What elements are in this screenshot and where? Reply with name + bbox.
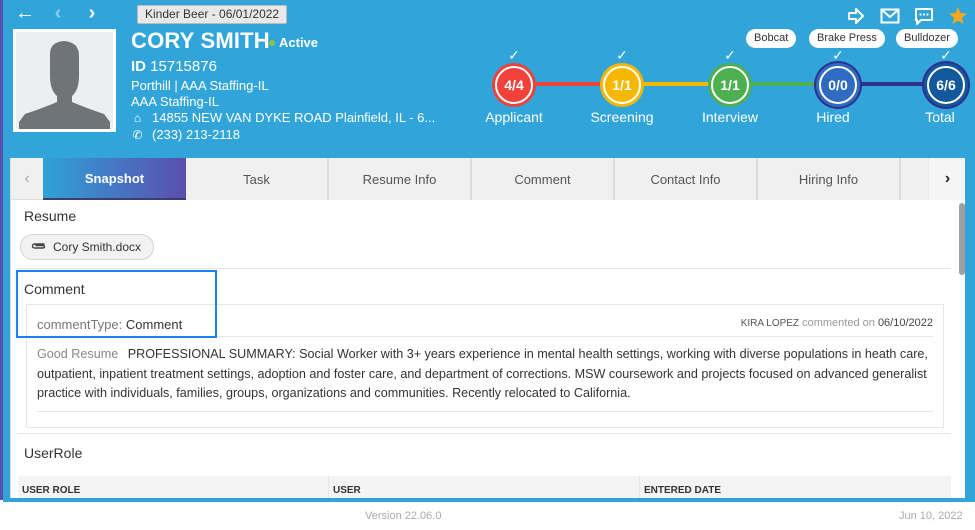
active-dot-icon <box>269 39 275 46</box>
stage-count: 0/0 <box>828 77 848 93</box>
comment-type-value: Comment <box>125 317 183 332</box>
check-icon: ✓ <box>832 47 844 63</box>
favorite-star-icon[interactable] <box>947 6 969 26</box>
phone-line: ✆ (233) 213-2118 <box>131 127 240 142</box>
comment-type: commentType: Comment <box>37 317 182 332</box>
phone-text[interactable]: (233) 213-2118 <box>152 127 240 142</box>
stage-count: 1/1 <box>720 77 740 93</box>
divider <box>17 433 951 434</box>
mail-icon[interactable] <box>879 6 901 26</box>
header-actions <box>845 6 969 26</box>
stage-count-circle: 1/1 <box>600 63 644 107</box>
commented-on-label: commented on <box>802 317 875 329</box>
tab-bar: ‹ Snapshot Task Resume Info Comment Cont… <box>11 158 965 200</box>
column-header-entered-date[interactable]: ENTERED DATE <box>640 476 951 498</box>
stage-label: Applicant <box>485 109 543 125</box>
tab-resume-info[interactable]: Resume Info <box>329 158 472 200</box>
skill-chip: Brake Press <box>809 29 885 48</box>
detail-panel: ‹ Snapshot Task Resume Info Comment Cont… <box>10 158 965 498</box>
stage-label: Interview <box>701 109 759 125</box>
candidate-id: ID 15715876 <box>131 58 217 75</box>
stage-count-circle: 1/1 <box>708 63 752 107</box>
status-label: Active <box>279 35 319 50</box>
tabs-scroll-right-icon[interactable]: › <box>928 158 965 200</box>
branch-line: Porthill | AAA Staffing-IL <box>131 78 269 93</box>
frame-border <box>965 158 975 498</box>
comment-author: KIRA LOPEZ <box>740 318 800 329</box>
skill-chip: Bulldozer <box>896 29 958 48</box>
resume-section-title: Resume <box>24 208 77 224</box>
comment-lead: Good Resume <box>37 347 119 361</box>
frame-border <box>3 158 10 498</box>
id-label: ID <box>131 58 146 75</box>
stage-count-circle: 6/6 <box>924 63 968 107</box>
divider <box>37 411 933 412</box>
check-icon: ✓ <box>724 47 736 63</box>
stage-count: 6/6 <box>936 77 956 93</box>
stage-count-circle: 0/0 <box>816 63 860 107</box>
skill-chip: Bobcat <box>746 29 797 48</box>
comment-body: Good Resume PROFESSIONAL SUMMARY: Social… <box>37 345 937 404</box>
company-line: AAA Staffing-IL <box>131 94 219 109</box>
check-icon: ✓ <box>940 47 952 63</box>
home-icon: ⌂ <box>133 110 142 125</box>
frame-border <box>3 498 975 502</box>
divider <box>17 268 951 269</box>
comment-date: 06/10/2022 <box>877 317 933 329</box>
stage-label: Total <box>925 109 955 125</box>
check-icon: ✓ <box>616 47 628 63</box>
footer-date: Jun 10, 2022 <box>899 510 963 522</box>
address-line: ⌂ 14855 NEW VAN DYKE ROAD Plainfield, IL… <box>131 110 435 125</box>
comment-section-title: Comment <box>24 281 85 297</box>
next-record-icon[interactable]: › <box>83 2 101 25</box>
stage-count: 4/4 <box>504 77 524 93</box>
stage-label: Screening <box>590 109 654 125</box>
avatar[interactable] <box>13 29 116 132</box>
person-silhouette-icon <box>19 41 110 129</box>
snapshot-content: Resume Cory Smith.docx Comment commentTy… <box>11 200 951 498</box>
history-nav: ← ‹ › <box>15 2 101 25</box>
check-icon: ✓ <box>508 47 520 63</box>
candidate-profile-app: ← ‹ › Kinder Beer - 06/01/2022 CORY SMIT… <box>0 0 975 530</box>
comment-card: commentType: Comment KIRA LOPEZ commente… <box>26 304 944 428</box>
tabs-scroll-left-icon[interactable]: ‹ <box>11 158 43 200</box>
comment-meta: KIRA LOPEZ commented on 06/10/2022 <box>741 317 933 329</box>
tab-snapshot[interactable]: Snapshot <box>43 158 186 200</box>
comment-text: PROFESSIONAL SUMMARY: Social Worker with… <box>37 347 928 400</box>
resume-file-chip[interactable]: Cory Smith.docx <box>20 234 155 260</box>
vertical-scrollbar[interactable] <box>959 203 965 275</box>
version-label: Version 22.06.0 <box>365 510 442 522</box>
tab-task[interactable]: Task <box>186 158 329 200</box>
userrole-table-header: USER ROLE USER ENTERED DATE <box>18 476 951 498</box>
resume-file-name: Cory Smith.docx <box>53 240 142 254</box>
back-arrow-icon[interactable]: ← <box>15 2 35 25</box>
candidate-name: CORY SMITH <box>131 28 270 53</box>
previous-record-icon[interactable]: ‹ <box>49 2 67 25</box>
status-badge: Active <box>269 35 318 50</box>
tab-hiring-info[interactable]: Hiring Info <box>758 158 901 200</box>
address-text: 14855 NEW VAN DYKE ROAD Plainfield, IL -… <box>152 110 436 125</box>
comment-type-label: commentType: <box>37 317 123 332</box>
tab-comment[interactable]: Comment <box>472 158 615 200</box>
id-value: 15715876 <box>150 58 217 75</box>
stage-label: Hired <box>816 109 850 125</box>
userrole-section-title: UserRole <box>24 445 83 461</box>
job-context-chip[interactable]: Kinder Beer - 06/01/2022 <box>137 5 288 24</box>
forward-arrow-icon[interactable] <box>845 6 867 26</box>
tab-contact-info[interactable]: Contact Info <box>615 158 758 200</box>
stage-count: 1/1 <box>612 77 632 93</box>
stage-count-circle: 4/4 <box>492 63 536 107</box>
chat-icon[interactable] <box>913 6 935 26</box>
phone-icon: ✆ <box>132 127 143 142</box>
column-header-user[interactable]: USER <box>329 476 640 498</box>
column-header-user-role[interactable]: USER ROLE <box>18 476 329 498</box>
paperclip-icon <box>31 240 47 254</box>
divider <box>37 336 933 337</box>
